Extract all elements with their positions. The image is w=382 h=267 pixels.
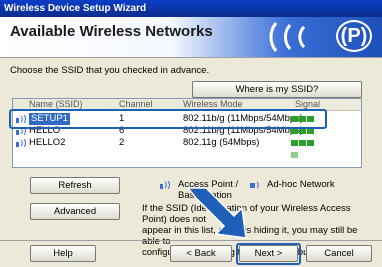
access-point-icon: [16, 139, 26, 147]
page-title: Available Wireless Networks: [10, 23, 213, 40]
next-button-highlight: [236, 243, 301, 265]
access-point-icon: [160, 181, 170, 189]
brand-logo-icon: (P): [336, 20, 372, 52]
ssid-cell: HELLO2: [29, 137, 66, 148]
divider: [0, 240, 382, 241]
back-button[interactable]: < Back: [170, 245, 232, 262]
wireless-waves-icon: [269, 22, 306, 52]
banner: Available Wireless Networks (P): [0, 17, 382, 57]
divider: [0, 57, 382, 58]
cancel-button[interactable]: Cancel: [306, 245, 372, 262]
instruction-text: Choose the SSID that you checked in adva…: [10, 65, 210, 76]
selected-network-highlight: [9, 109, 327, 129]
window-title: Wireless Device Setup Wizard: [0, 0, 382, 17]
wizard-window: Wireless Device Setup Wizard Available W…: [0, 0, 382, 267]
mode-cell: 802.11g (54Mbps): [183, 137, 260, 148]
signal-strength-icon: [291, 140, 321, 158]
list-item[interactable]: HELLO2 2 802.11g (54Mbps): [13, 137, 361, 158]
pointer-arrow-icon: [186, 187, 247, 239]
help-button[interactable]: Help: [30, 245, 96, 262]
refresh-button[interactable]: Refresh: [30, 177, 120, 194]
legend-adhoc: Ad-hoc Network: [267, 179, 335, 190]
where-is-my-ssid-button[interactable]: Where is my SSID?: [192, 81, 362, 98]
channel-cell: 2: [119, 137, 125, 148]
advanced-button[interactable]: Advanced: [30, 203, 120, 220]
